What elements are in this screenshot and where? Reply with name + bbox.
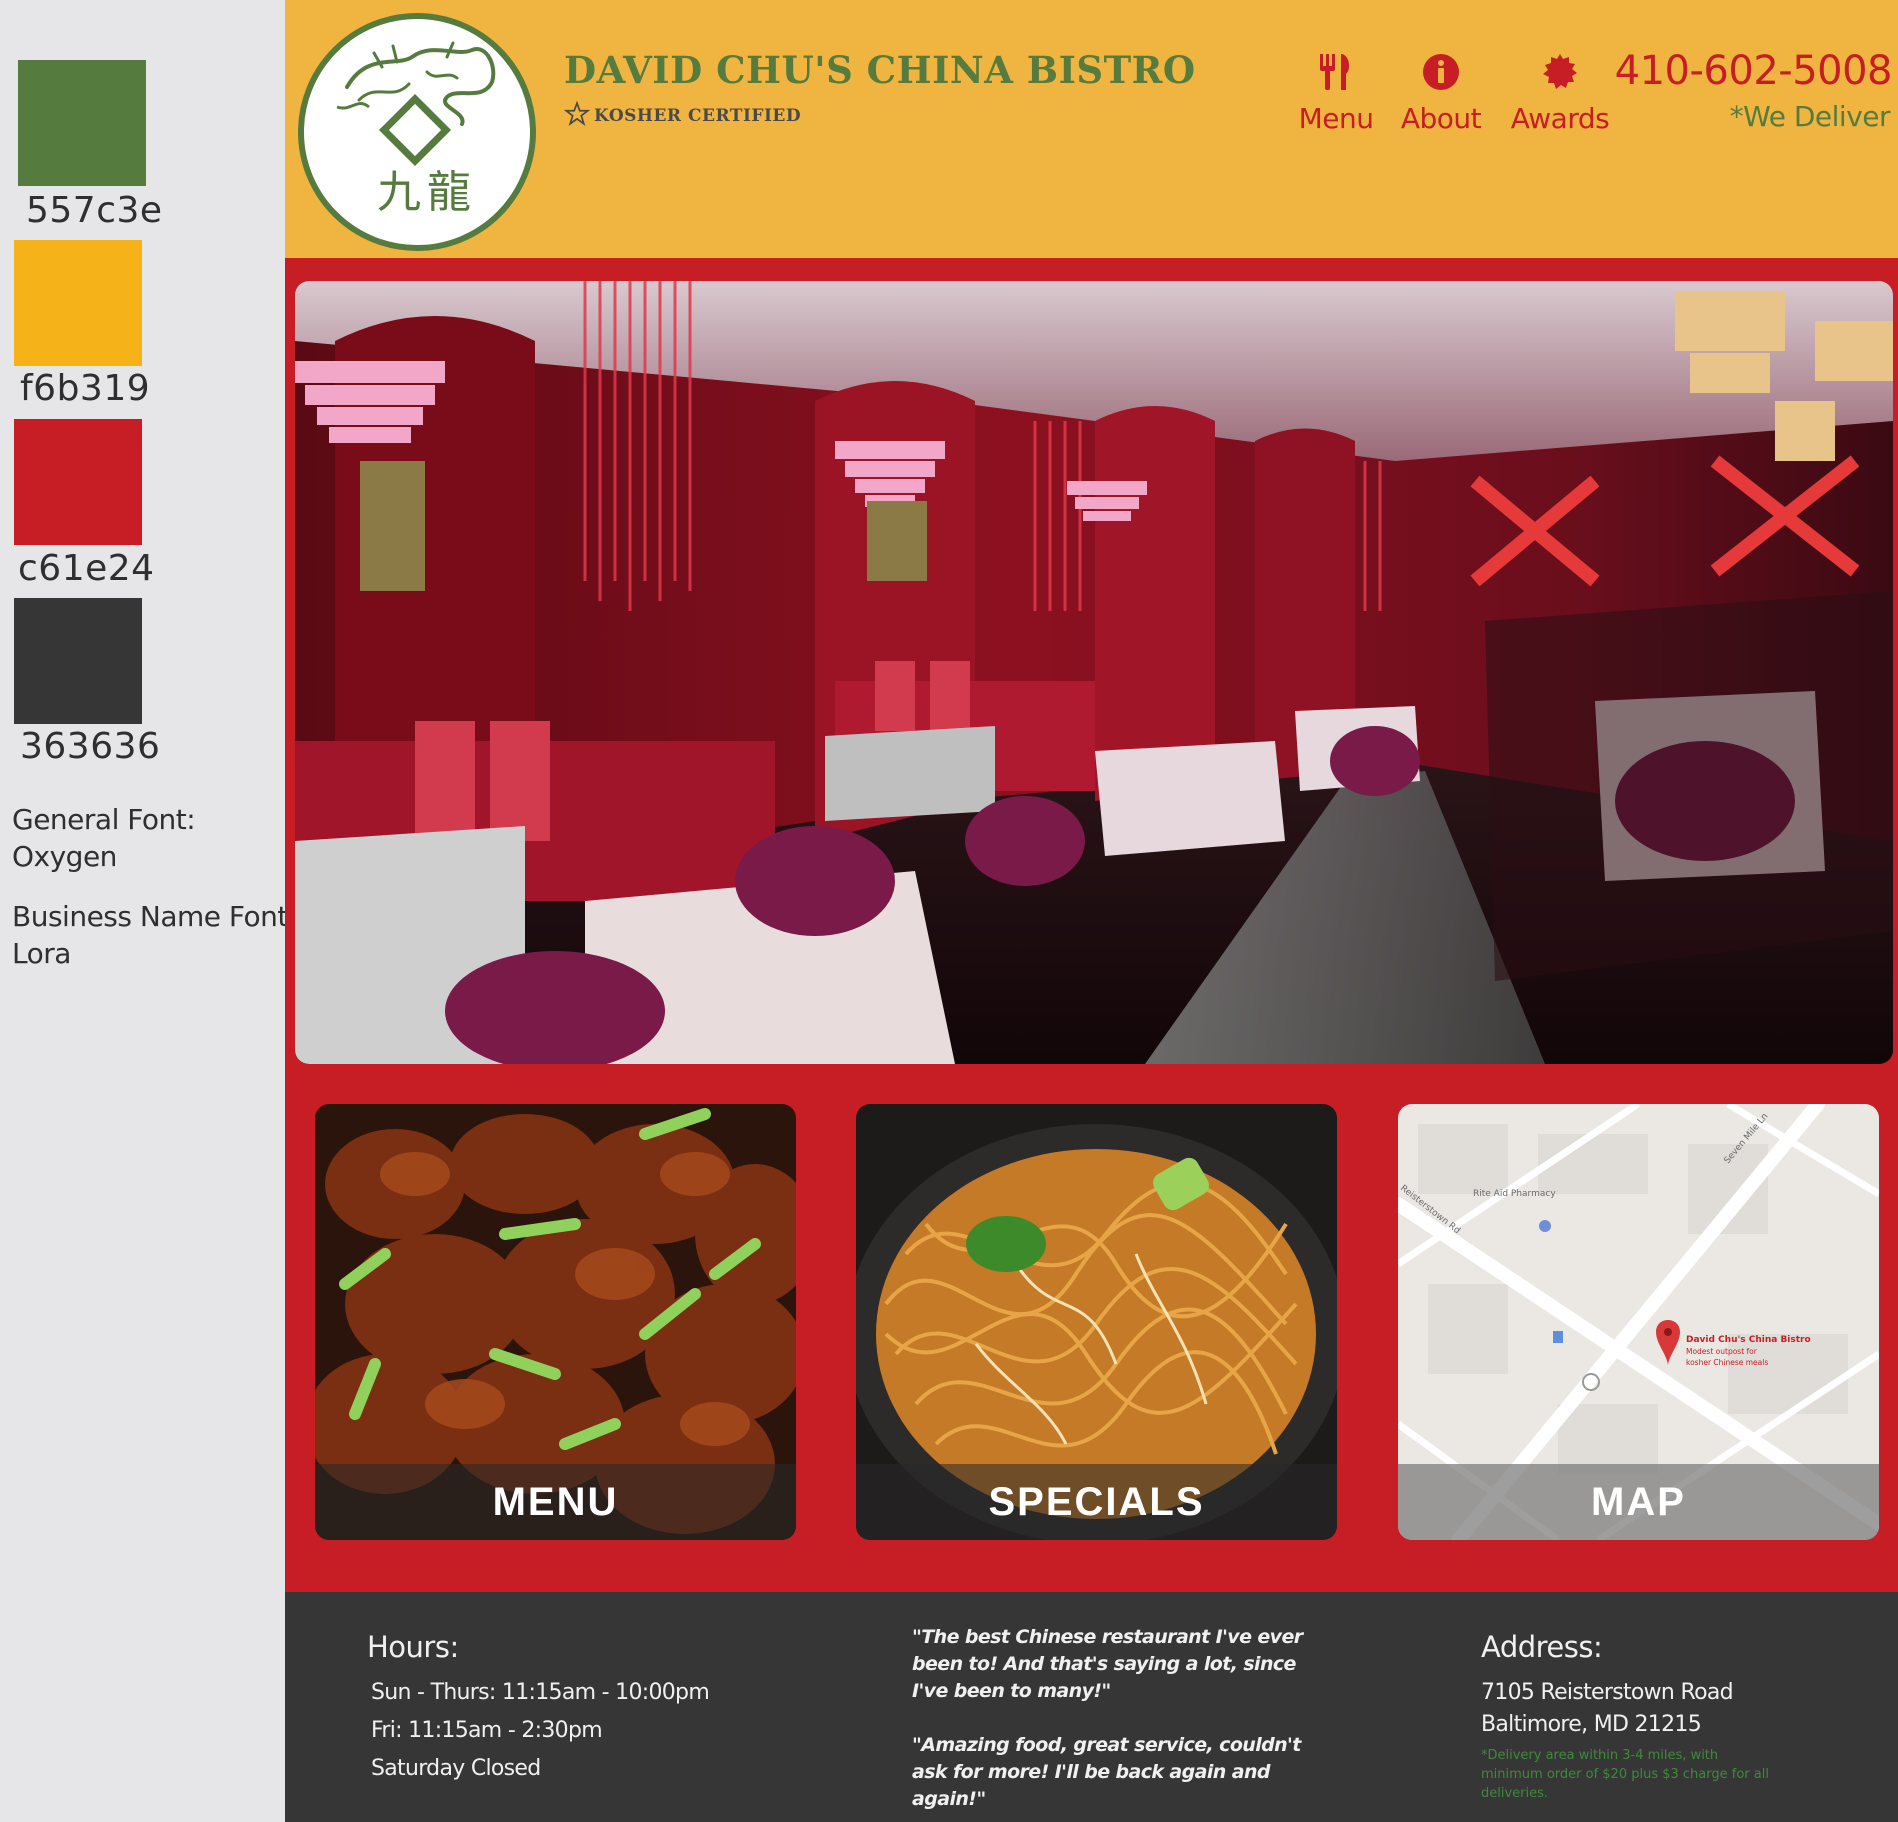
swatch-red-label: c61e24 (18, 548, 155, 589)
nav-about-label: About (1400, 102, 1482, 135)
menu-tile-label: MENU (492, 1479, 619, 1524)
swatch-green (18, 60, 146, 186)
menu-tile[interactable]: MENU (315, 1104, 796, 1540)
specials-tile-label: SPECIALS (988, 1479, 1205, 1524)
nav-awards[interactable]: Awards (1504, 52, 1616, 135)
address-line-2: Baltimore, MD 21215 (1481, 1712, 1702, 1737)
restaurant-interior-photo (295, 281, 1893, 1064)
nav-awards-label: Awards (1510, 102, 1610, 135)
nav-menu-label: Menu (1298, 102, 1374, 135)
website-mockup: 九 龍 DAVID CHU'S CHINA BISTRO KOSHER CERT… (285, 0, 1898, 1822)
style-guide-panel: 557c3e f6b319 c61e24 363636 General Font… (0, 0, 297, 1822)
swatch-dark-gray-label: 363636 (20, 726, 161, 767)
star-icon (563, 100, 591, 131)
site-footer: Hours: Sun - Thurs: 11:15am - 10:00pm Fr… (285, 1592, 1898, 1822)
map-pin-name: David Chu's China Bistro (1686, 1335, 1811, 1345)
hours-line-3: Saturday Closed (371, 1756, 541, 1781)
nav-menu[interactable]: Menu (1298, 52, 1374, 135)
hours-line-2: Fri: 11:15am - 2:30pm (371, 1718, 603, 1743)
info-icon (1421, 52, 1461, 96)
map-tile[interactable]: Rite Aid Pharmacy Reisterstown Rd Seven … (1398, 1104, 1879, 1540)
swatch-yellow (14, 240, 142, 366)
delivery-area-note: *Delivery area within 3-4 miles, with mi… (1481, 1748, 1769, 1801)
specials-tile[interactable]: SPECIALS (856, 1104, 1337, 1540)
swatch-red (14, 419, 142, 545)
specials-tile-bar: SPECIALS (856, 1464, 1337, 1540)
phone-number[interactable]: 410-602-5008 (1615, 48, 1893, 94)
address-line-1: 7105 Reisterstown Road (1481, 1680, 1734, 1705)
hours-title: Hours: (367, 1630, 459, 1664)
map-tile-bar: MAP (1398, 1464, 1879, 1540)
map-tile-label: MAP (1591, 1479, 1686, 1524)
swatch-green-label: 557c3e (26, 190, 163, 231)
swatch-yellow-label: f6b319 (20, 368, 151, 409)
business-name: DAVID CHU'S CHINA BISTRO (564, 48, 1196, 92)
business-font-value: Lora (12, 937, 71, 970)
business-font-label: Business Name Font: (12, 900, 297, 933)
kosher-text: KOSHER CERTIFIED (594, 106, 802, 126)
review-quote-1: "The best Chinese restaurant I've ever b… (912, 1626, 1303, 1702)
map-poi-label: Rite Aid Pharmacy (1473, 1189, 1556, 1199)
site-header: 九 龍 DAVID CHU'S CHINA BISTRO KOSHER CERT… (285, 0, 1898, 258)
hours-line-1: Sun - Thurs: 11:15am - 10:00pm (371, 1680, 710, 1705)
restaurant-logo[interactable]: 九 龍 (297, 12, 537, 252)
general-font-value: Oxygen (12, 840, 117, 873)
menu-tile-bar: MENU (315, 1464, 796, 1540)
address-title: Address: (1481, 1630, 1603, 1664)
review-quote-2: "Amazing food, great service, couldn't a… (912, 1734, 1301, 1810)
svg-text:龍: 龍 (427, 167, 471, 218)
business-font-note: Business Name Font: Lora (12, 898, 297, 972)
general-font-label: General Font: (12, 803, 196, 836)
general-font-note: General Font: Oxygen (12, 801, 196, 875)
map-pin-sub1: Modest outpost for (1686, 1347, 1758, 1356)
swatch-dark-gray (14, 598, 142, 724)
fork-knife-icon (1316, 52, 1356, 96)
delivery-note: *We Deliver (1729, 100, 1891, 133)
award-seal-icon (1540, 52, 1580, 96)
nav-about[interactable]: About (1399, 52, 1483, 135)
kosher-badge: KOSHER CERTIFIED (563, 100, 802, 131)
svg-text:九: 九 (377, 167, 421, 218)
map-pin-sub2: kosher Chinese meals (1686, 1358, 1768, 1367)
